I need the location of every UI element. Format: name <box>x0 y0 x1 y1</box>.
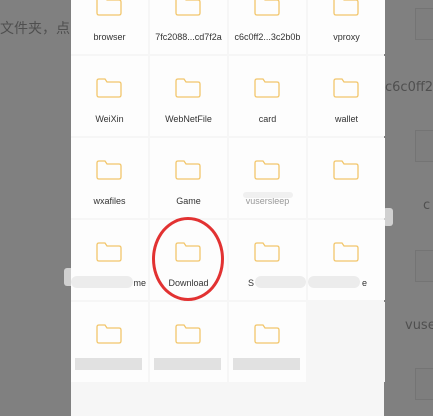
folder-item[interactable]: 7fc2088...cd7f2a <box>150 0 227 54</box>
folder-item[interactable] <box>229 302 306 382</box>
folder-icon <box>333 78 359 98</box>
folder-icon <box>333 242 359 262</box>
folder-icon <box>96 160 122 180</box>
folder-item[interactable] <box>71 302 148 382</box>
folder-icon <box>254 160 280 180</box>
folder-icon <box>254 0 280 16</box>
background-box <box>415 368 433 400</box>
folder-icon <box>175 78 201 98</box>
label-placeholder-bar <box>154 358 221 370</box>
folder-item[interactable]: vproxy <box>308 0 385 54</box>
folder-item[interactable]: WeiXin <box>71 56 148 136</box>
folder-icon <box>96 324 122 344</box>
folder-icon <box>175 160 201 180</box>
folder-icon <box>333 160 359 180</box>
background-text-left: 文件夹，点 <box>0 21 70 37</box>
folder-icon <box>254 78 280 98</box>
background-box <box>415 250 433 282</box>
folder-icon <box>175 0 201 16</box>
folder-label: browser <box>93 32 126 42</box>
folder-icon <box>175 324 201 344</box>
folder-icon <box>96 0 122 16</box>
folder-label: wallet <box>334 114 358 124</box>
folder-item[interactable]: vusersleep <box>229 138 306 218</box>
folder-item[interactable]: WebNetFile <box>150 56 227 136</box>
folder-item[interactable] <box>150 302 227 382</box>
background-right-column: c6c0ff2 c vuse <box>383 0 433 416</box>
folder-label: wxafiles <box>93 196 126 206</box>
folder-label: card <box>258 114 277 124</box>
folder-item[interactable]: me <box>71 220 148 300</box>
folder-item[interactable]: wallet <box>308 56 385 136</box>
folder-label: WebNetFile <box>165 114 212 124</box>
folder-item[interactable]: wxafiles <box>71 138 148 218</box>
background-box <box>415 130 433 162</box>
label-obscured-mask <box>71 276 133 288</box>
label-obscured-mask <box>308 276 360 288</box>
folder-label: Game <box>176 196 201 206</box>
folder-item[interactable]: browser <box>71 0 148 54</box>
folder-label: 7fc2088...cd7f2a <box>155 32 222 42</box>
label-placeholder-bar <box>75 358 142 370</box>
folder-item[interactable]: S <box>229 220 306 300</box>
background-text-right-1: c6c0ff2 <box>385 80 433 95</box>
folder-item[interactable]: e <box>308 220 385 300</box>
folder-item[interactable] <box>308 138 385 218</box>
folder-picker-panel: browser 7fc2088...cd7f2a c6c0ff2...3c2b0b v… <box>71 0 385 416</box>
folder-label: WeiXin <box>95 114 124 124</box>
folder-item[interactable]: Game <box>150 138 227 218</box>
background-text-right-2: c <box>423 198 431 213</box>
folder-item[interactable]: c6c0ff2...3c2b0b <box>229 0 306 54</box>
folder-label: vproxy <box>333 32 360 42</box>
folder-item[interactable] <box>308 302 385 382</box>
folder-label: c6c0ff2...3c2b0b <box>234 32 301 42</box>
folder-grid: browser 7fc2088...cd7f2a c6c0ff2...3c2b0b v… <box>71 0 385 382</box>
folder-item[interactable]: card <box>229 56 306 136</box>
folder-icon <box>333 0 359 16</box>
label-placeholder-bar <box>233 358 300 370</box>
background-text-right-3: vuse <box>405 318 433 333</box>
folder-icon <box>96 242 122 262</box>
background-box <box>415 8 433 40</box>
folder-icon <box>96 78 122 98</box>
label-obscured-mask <box>243 192 293 198</box>
label-obscured-mask <box>255 276 306 288</box>
download-highlight-ring <box>152 217 224 301</box>
folder-icon <box>254 242 280 262</box>
folder-icon <box>254 324 280 344</box>
